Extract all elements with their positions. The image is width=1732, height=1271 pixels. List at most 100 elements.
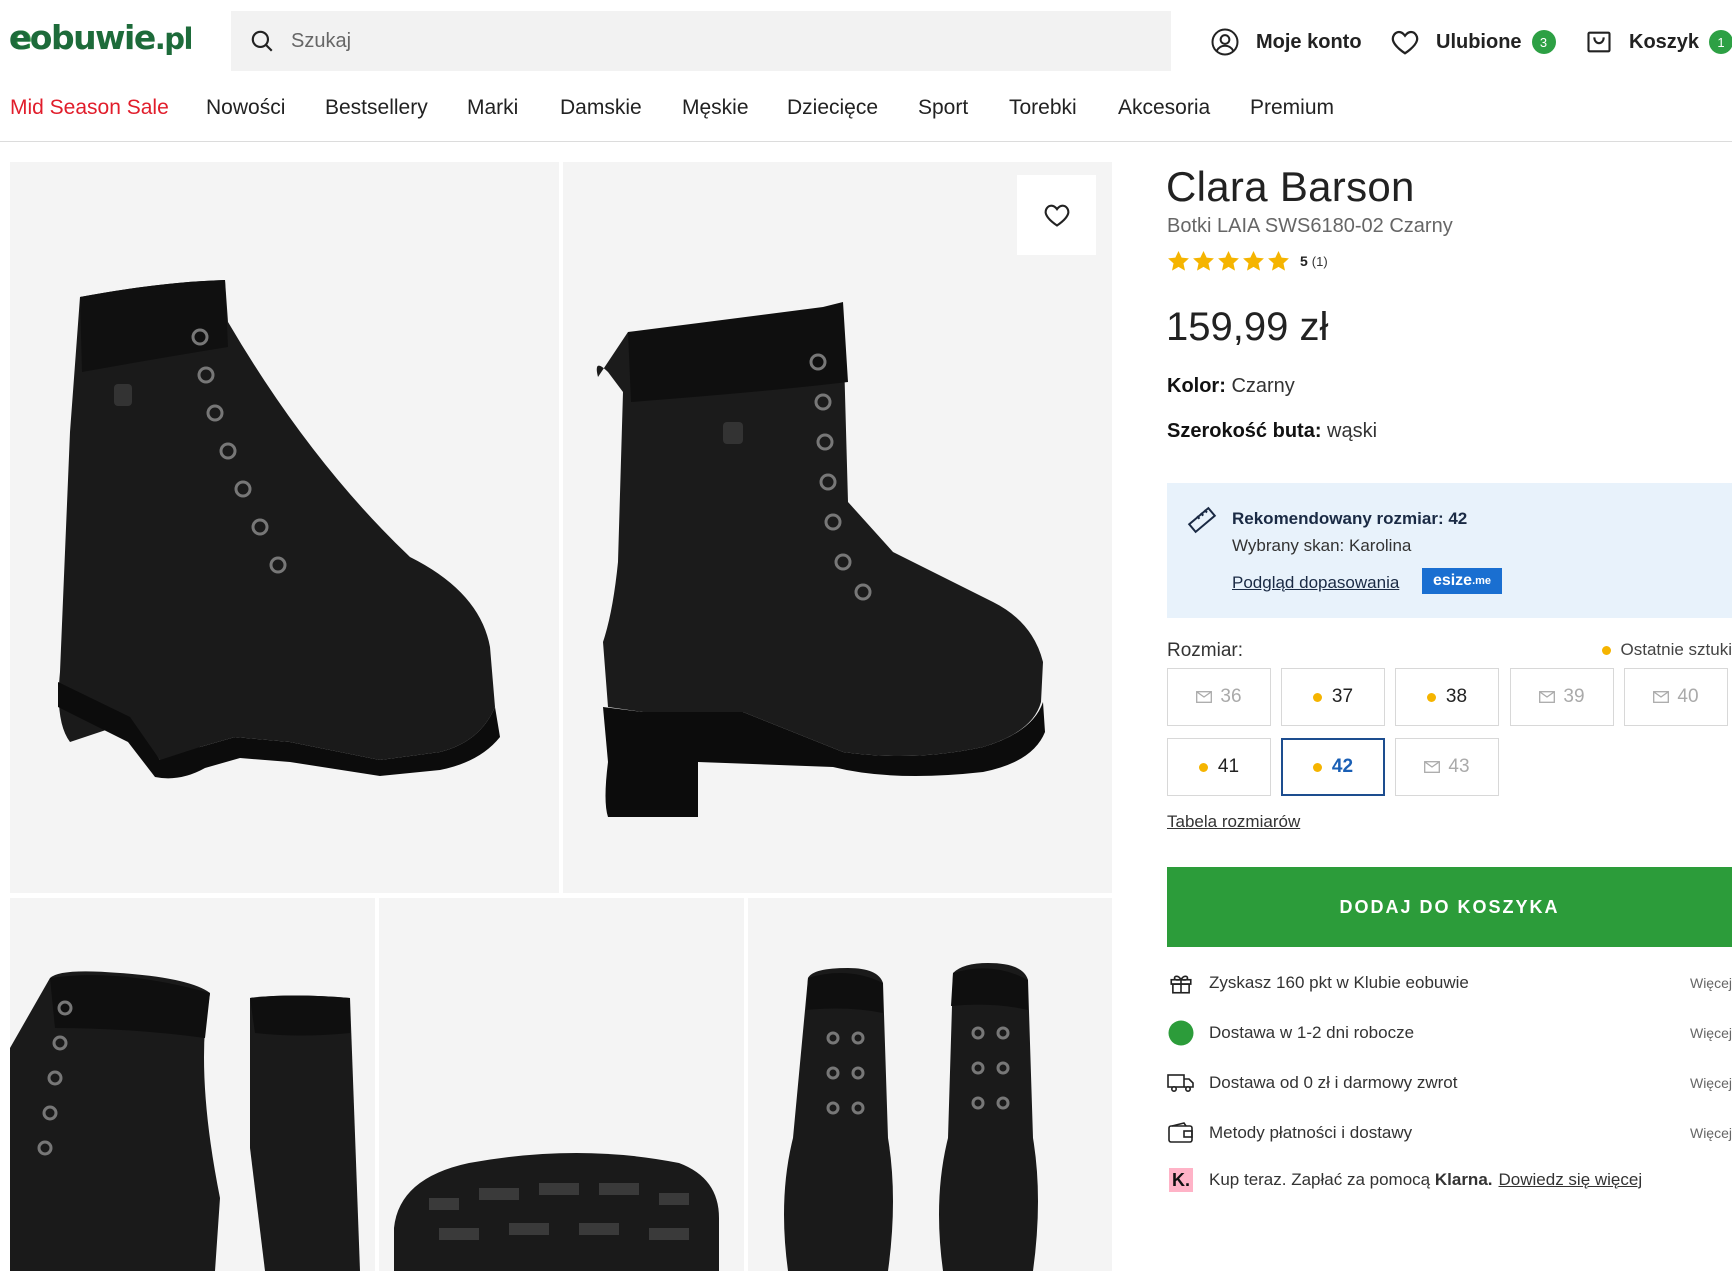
product-image-3[interactable] [10,898,375,1271]
logo[interactable]: eeobuwie.pl [8,18,194,57]
payment-methods-row: Metody płatności i dostawy Więcej [1167,1118,1732,1148]
nav-item-premium[interactable]: Premium [1250,96,1334,120]
product-image-4[interactable] [379,898,744,1271]
klarna-logo-icon: K. [1169,1168,1193,1192]
boot-sole-image [394,1153,719,1271]
gift-icon [1170,975,1192,994]
cart-link[interactable]: Koszyk 1 [1585,22,1732,62]
size-table-link[interactable]: Tabela rozmiarów [1167,812,1300,832]
klarna-row: K. Kup teraz. Zapłać za pomocą Klarna. D… [1167,1165,1732,1195]
selected-scan: Wybrany skan: Karolina [1232,536,1412,555]
size-value: 38 [1445,686,1468,707]
account-link[interactable]: Moje konto [1210,22,1362,62]
truck-icon [1167,1074,1194,1093]
esize-badge-suffix: .me [1472,575,1492,587]
size-option-40[interactable]: 40 [1624,668,1728,726]
klarna-learn-more-link[interactable]: Dowiedz się więcej [1499,1170,1643,1190]
status-dot-icon [1168,1020,1194,1046]
size-option-42[interactable]: 42 [1281,738,1385,796]
logo-tld-text: .pl [154,22,194,56]
boot-outer-side-image [596,302,1045,817]
product-image-2[interactable] [563,162,1112,893]
size-value: 43 [1448,756,1470,777]
product-name: Botki LAIA SWS6180-02 Czarny [1167,215,1453,237]
add-to-favorites-button[interactable] [1017,175,1096,255]
boot-pair-image [10,971,360,1271]
search-bar[interactable] [231,11,1171,71]
envelope-icon [1196,691,1213,703]
heart-icon [1044,204,1069,227]
product-price: 159,99 zł [1166,305,1329,349]
favorites-count-badge: 3 [1531,30,1556,54]
nav-item-torebki[interactable]: Torebki [1009,96,1077,120]
size-option-36[interactable]: 36 [1167,668,1271,726]
size-recommendation-box: Rekomendowany rozmiar: 42 Wybrany skan: … [1167,483,1732,618]
product-image-5[interactable] [748,898,1112,1271]
nav-item-nowosci[interactable]: Nowości [206,96,285,120]
wallet-icon [1168,1122,1193,1143]
last-items-legend: Ostatnie sztuki [1601,640,1732,660]
heart-icon [1391,30,1419,55]
more-link[interactable]: Więcej [1690,1025,1732,1041]
last-items-dot [1426,692,1436,702]
size-option-39[interactable]: 39 [1510,668,1614,726]
add-to-cart-button[interactable]: DODAJ DO KOSZYKA [1167,867,1732,947]
payment-methods-text: Metody płatności i dostawy [1209,1123,1413,1142]
size-label: Rozmiar: [1167,640,1244,661]
product-image-main[interactable] [10,162,559,893]
star-icon [1268,250,1289,271]
ruler-icon [1187,506,1217,534]
boot-front-pair-image [784,963,1038,1271]
cart-count-badge: 1 [1709,30,1732,54]
nav-item-sport[interactable]: Sport [918,96,968,120]
size-option-41[interactable]: 41 [1167,738,1271,796]
size-value: 41 [1217,756,1240,777]
favorites-link[interactable]: Ulubione 3 [1390,22,1556,62]
star-icon [1168,250,1189,271]
nav-item-akcesoria[interactable]: Akcesoria [1118,96,1210,120]
search-input[interactable] [291,29,1151,53]
nav-item-marki[interactable]: Marki [467,96,518,120]
more-link[interactable]: Więcej [1690,975,1732,991]
last-items-dot [1198,762,1208,772]
size-value: 36 [1220,686,1242,707]
delivery-cost-row: Dostawa od 0 zł i darmowy zwrot Więcej [1167,1068,1732,1098]
last-items-dot [1601,645,1611,655]
size-option-43[interactable]: 43 [1395,738,1499,796]
size-option-37[interactable]: 37 [1281,668,1385,726]
account-label: Moje konto [1256,30,1362,53]
product-width: Szerokość buta: wąski [1167,420,1377,443]
nav-item-bestsellery[interactable]: Bestsellery [325,96,428,120]
size-value: 39 [1563,686,1585,707]
rating-stars [1167,250,1290,272]
fit-preview-link[interactable]: Podgląd dopasowania [1232,573,1399,593]
site-header: eeobuwie.pl Moje konto Ulubione 3 Koszyk… [0,0,1732,84]
delivery-cost-text: Dostawa od 0 zł i darmowy zwrot [1209,1073,1458,1092]
nav-item-mid-season-sale[interactable]: Mid Season Sale [10,96,169,120]
last-items-dot [1312,692,1322,702]
nav-item-damskie[interactable]: Damskie [560,96,642,120]
envelope-icon [1539,691,1556,703]
recommended-size: Rekomendowany rozmiar: 42 [1232,509,1468,528]
nav-item-meskie[interactable]: Męskie [682,96,749,120]
product-rating[interactable]: 5 (1) [1167,250,1328,272]
main-nav: Mid Season Sale Nowości Bestsellery Mark… [0,84,1732,142]
cart-icon [1587,31,1611,53]
product-color: Kolor: Czarny [1167,375,1295,398]
logo-main-text: eobuwie [8,18,156,57]
search-icon[interactable] [249,28,275,54]
more-link[interactable]: Więcej [1690,1125,1732,1141]
nav-item-dzieciece[interactable]: Dziecięce [787,96,878,120]
esize-badge[interactable]: esize .me [1422,568,1502,594]
width-label: Szerokość buta: [1167,420,1322,442]
rating-value: 5 [1300,253,1308,269]
star-icon [1243,250,1264,271]
product-brand[interactable]: Clara Barson [1166,163,1415,211]
size-value: 37 [1331,686,1354,707]
loyalty-points-text: Zyskasz 160 pkt w Klubie eobuwie [1209,973,1469,992]
more-link[interactable]: Więcej [1690,1075,1732,1091]
klarna-brand: Klarna. [1434,1170,1493,1189]
cart-label: Koszyk [1629,30,1700,53]
size-option-38[interactable]: 38 [1395,668,1499,726]
color-label: Kolor: [1167,375,1226,397]
